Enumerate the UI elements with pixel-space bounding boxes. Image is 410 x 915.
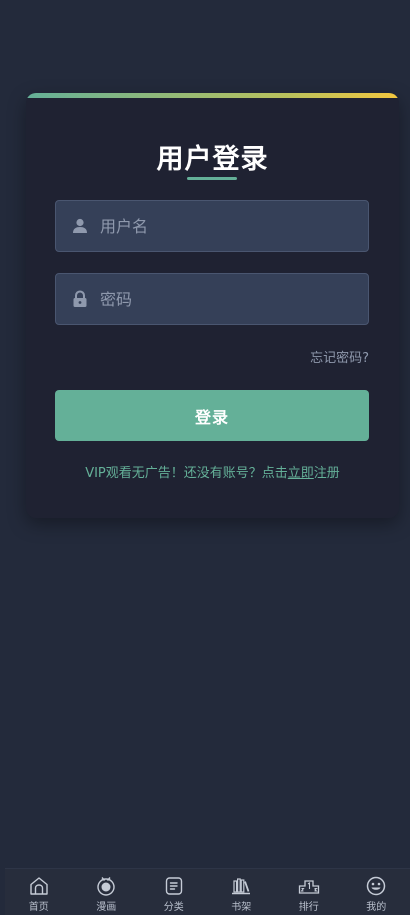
user-icon (73, 218, 87, 233)
category-icon (165, 877, 182, 895)
register-link-post: 注册 (313, 466, 340, 481)
tab-home-label: 首页 (28, 902, 49, 913)
lock-icon (73, 290, 87, 307)
register-link[interactable]: 点击立即注册 (262, 466, 340, 481)
register-link-underlined: 立即 (287, 466, 314, 481)
login-button[interactable]: 登录 (55, 390, 369, 441)
tab-comic[interactable]: 漫画 (73, 869, 141, 915)
forgot-password-link[interactable]: 忘记密码? (310, 347, 369, 366)
register-prompt: VIP观看无广告！还没有账号？点击立即注册 (26, 462, 399, 481)
username-input[interactable] (100, 201, 350, 251)
tab-home[interactable]: 首页 (5, 869, 73, 915)
bookshelf-icon (232, 878, 251, 895)
tab-profile[interactable]: 我的 (343, 869, 410, 915)
tab-comic-label: 漫画 (96, 902, 117, 913)
password-input[interactable] (100, 274, 350, 324)
tab-ranking[interactable]: 排行 (275, 869, 343, 915)
comic-icon (97, 877, 115, 896)
tab-bookshelf[interactable]: 书架 (208, 869, 276, 915)
tab-ranking-label: 排行 (298, 902, 319, 913)
register-prefix-text: VIP观看无广告！还没有账号？ (85, 466, 262, 481)
login-card: 用户登录 忘记密码? 登录 VIP观看无广告！还没有账号？点击立即注册 (26, 93, 399, 518)
title-underline (187, 177, 237, 180)
profile-icon (367, 876, 386, 896)
home-icon (30, 877, 48, 895)
tab-category-label: 分类 (163, 902, 184, 913)
username-field[interactable] (55, 200, 369, 252)
tab-category[interactable]: 分类 (140, 869, 208, 915)
card-accent-bar (26, 93, 399, 98)
bottom-tab-bar: 首页 漫画 分类 书架 排行 我的 (5, 868, 410, 915)
tab-bookshelf-label: 书架 (231, 902, 252, 913)
page-title: 用户登录 (156, 144, 269, 175)
password-field[interactable] (55, 273, 369, 325)
tab-profile-label: 我的 (366, 902, 387, 913)
register-link-pre: 点击 (261, 466, 288, 481)
ranking-icon (298, 880, 319, 894)
